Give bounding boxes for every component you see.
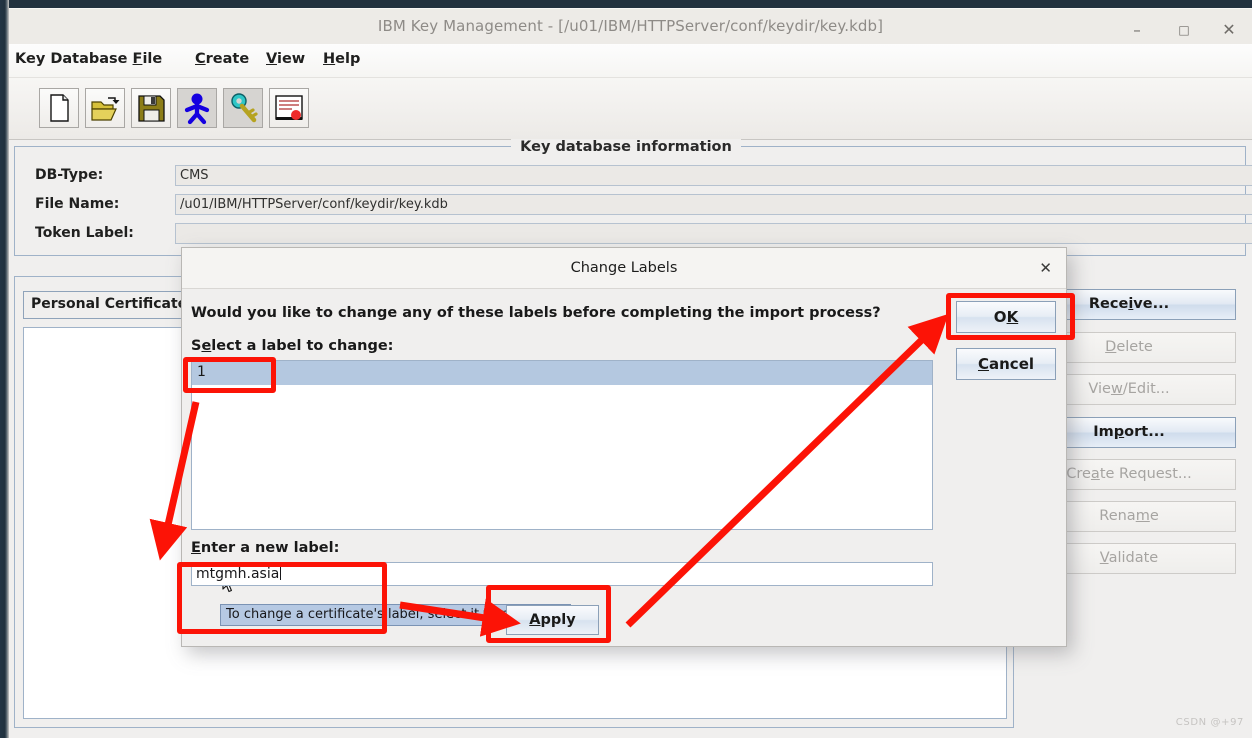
btn-mnemonic: A — [529, 612, 541, 628]
heading-mnemonic: e — [201, 338, 212, 354]
btn-mnemonic: C — [977, 355, 989, 373]
key-database-information-title: Key database information — [0, 139, 1252, 155]
maximize-icon[interactable]: □ — [1171, 19, 1197, 41]
dialog-titlebar: Change Labels ✕ — [182, 248, 1066, 289]
new-file-icon — [40, 94, 78, 131]
key-database-information-group: DB-Type: CMS File Name: /u01/IBM/HTTPSer… — [14, 146, 1252, 256]
new-label-input[interactable]: mtgmh.asia — [191, 562, 933, 586]
btn-label-post: elete — [1116, 339, 1153, 355]
heading-mnemonic: E — [191, 540, 201, 556]
toolbar-key-button[interactable] — [223, 88, 263, 128]
list-item[interactable]: 1 — [192, 361, 932, 385]
new-label-heading: Enter a new label: — [191, 540, 339, 556]
toolbar-open-button[interactable] — [85, 88, 125, 128]
btn-label-post: ve... — [1133, 296, 1170, 312]
open-folder-icon — [86, 97, 124, 131]
token-label-value — [175, 223, 1252, 244]
btn-mnemonic: p — [1113, 424, 1125, 440]
dialog-title: Change Labels — [570, 260, 678, 276]
window-frame-left — [0, 0, 9, 738]
btn-label-pre: Vie — [1088, 381, 1111, 397]
minimize-icon[interactable]: – — [1124, 19, 1150, 41]
btn-label-post: ancel — [989, 355, 1035, 373]
heading-post: nter a new label: — [200, 540, 340, 556]
file-name-value: /u01/IBM/HTTPServer/conf/keydir/key.kdb — [175, 194, 1252, 215]
menu-label-post: iew — [276, 51, 306, 67]
menu-mnemonic: F — [132, 51, 143, 67]
btn-mnemonic: K — [1006, 308, 1019, 326]
menu-create[interactable]: Create — [195, 51, 249, 67]
file-name-label: File Name: — [35, 196, 120, 212]
save-floppy-icon — [132, 95, 170, 131]
menu-label-post: reate — [205, 51, 250, 67]
ok-button[interactable]: OK — [956, 301, 1056, 333]
menu-view[interactable]: View — [266, 51, 305, 67]
key-icon — [224, 93, 262, 131]
label-list[interactable]: 1 To change a certificate's label, selec… — [191, 360, 933, 626]
btn-label-post: /Edit... — [1122, 381, 1170, 397]
cancel-button[interactable]: Cancel — [956, 348, 1056, 380]
toolbar — [9, 78, 1252, 140]
btn-label-pre: Cre — [1066, 466, 1091, 482]
btn-mnemonic: m — [1135, 508, 1150, 524]
db-type-value: CMS — [175, 165, 1252, 186]
menu-mnemonic: H — [323, 51, 336, 67]
btn-label-post: ort... — [1124, 424, 1165, 440]
menu-help[interactable]: Help — [323, 51, 360, 67]
close-icon[interactable]: ✕ — [1216, 19, 1242, 41]
token-label-label: Token Label: — [35, 225, 134, 241]
watermark: CSDN @+97 — [1175, 717, 1244, 728]
dialog-close-icon[interactable]: ✕ — [1039, 259, 1052, 277]
toolbar-personal-certificates-button[interactable] — [177, 88, 217, 128]
btn-mnemonic: D — [1105, 339, 1117, 355]
btn-label-post: te Request... — [1099, 466, 1192, 482]
window-titlebar: IBM Key Management - [/u01/IBM/HTTPServe… — [9, 8, 1252, 44]
group-title-text: Key database information — [511, 139, 741, 155]
apply-button[interactable]: Apply — [506, 605, 599, 635]
btn-label-post: alidate — [1108, 550, 1159, 566]
db-type-label: DB-Type: — [35, 167, 104, 183]
select-label-heading: Select a label to change: — [191, 338, 393, 354]
change-labels-dialog: Change Labels ✕ Would you like to change… — [181, 247, 1067, 647]
btn-mnemonic: a — [1090, 466, 1100, 482]
menu-key-database-file[interactable]: Key Database File — [15, 51, 162, 67]
menu-mnemonic: C — [195, 51, 206, 67]
btn-label-pre: Rena — [1099, 508, 1136, 524]
certificate-seal-icon — [270, 95, 308, 131]
menubar: Key Database File Create View Help — [9, 44, 1252, 78]
window-title: IBM Key Management - [/u01/IBM/HTTPServe… — [377, 17, 884, 35]
toolbar-certificate-button[interactable] — [269, 88, 309, 128]
btn-label-post: e — [1149, 508, 1159, 524]
toolbar-new-button[interactable] — [39, 88, 79, 128]
menu-mnemonic: V — [266, 51, 277, 67]
window-frame-top — [0, 0, 1252, 8]
btn-label-post: pply — [540, 612, 576, 628]
menu-label-pre: Key Database — [15, 51, 133, 67]
new-label-value: mtgmh.asia — [196, 566, 280, 582]
heading-post: lect a label to change: — [211, 338, 394, 354]
btn-mnemonic: w — [1110, 381, 1123, 397]
btn-label-pre: Im — [1093, 424, 1114, 440]
toolbar-save-button[interactable] — [131, 88, 171, 128]
dialog-question-text: Would you like to change any of these la… — [191, 305, 881, 321]
text-caret — [280, 566, 282, 580]
heading-pre: S — [191, 338, 202, 354]
btn-label-pre: O — [993, 308, 1007, 326]
menu-label-post: elp — [335, 51, 361, 67]
btn-mnemonic: V — [1099, 550, 1109, 566]
btn-label-pre: Rece — [1088, 296, 1129, 312]
person-blue-icon — [178, 93, 216, 131]
menu-label-post: ile — [142, 51, 163, 67]
